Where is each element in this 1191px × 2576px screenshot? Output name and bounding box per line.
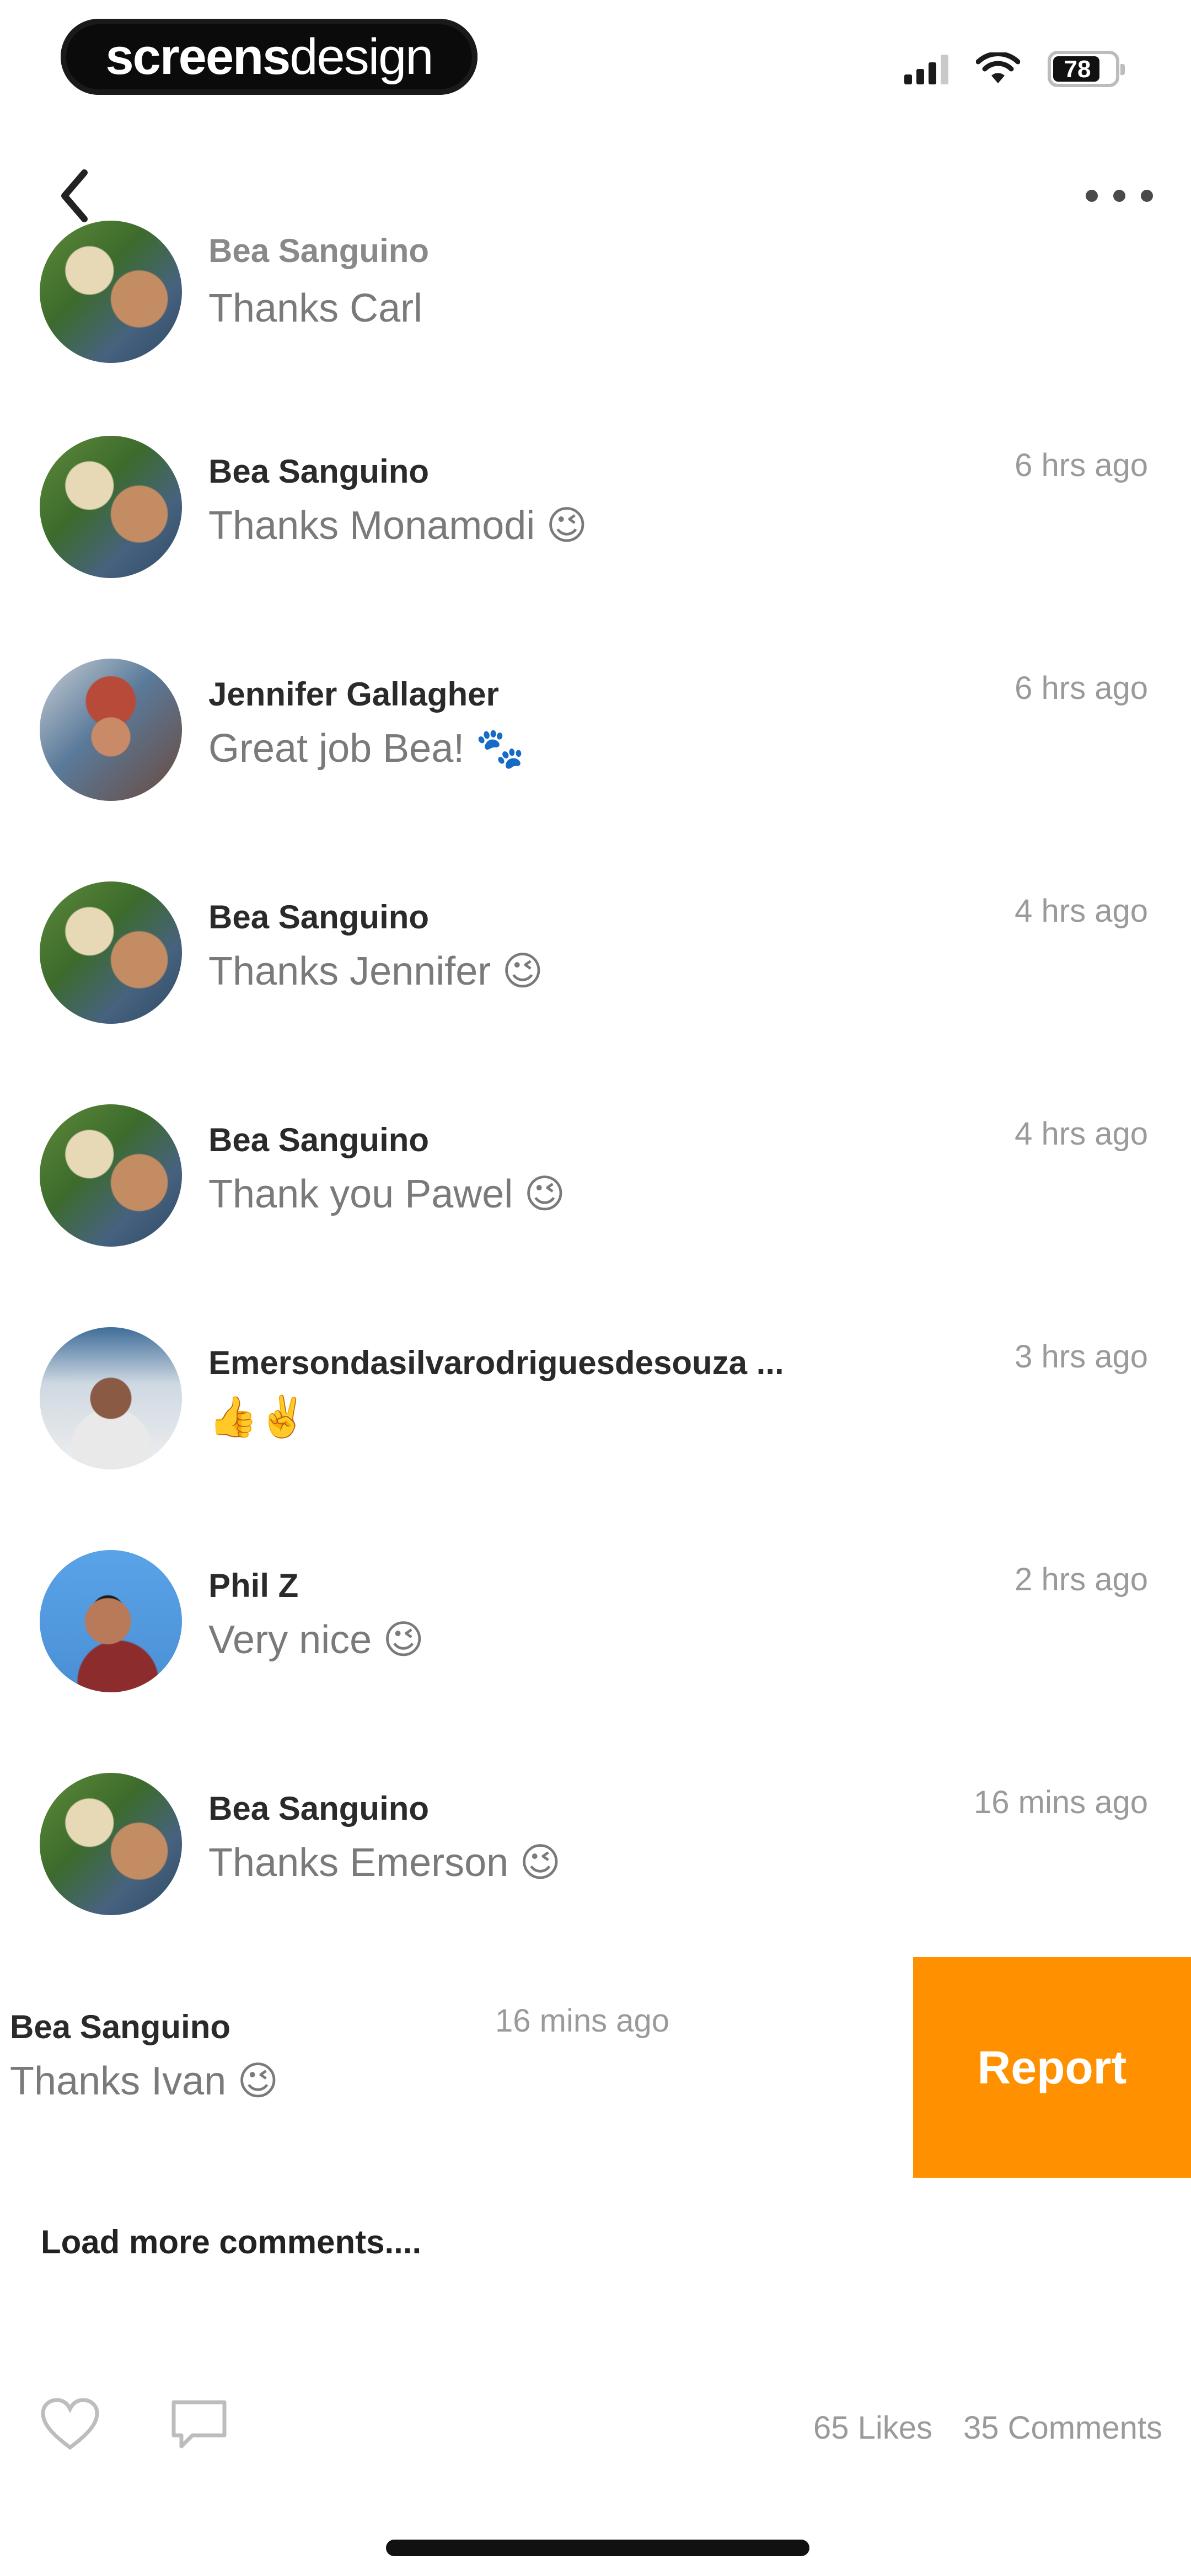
wifi-icon <box>976 52 1020 83</box>
comment-text: Thanks Jennifer 😉 <box>208 949 544 993</box>
comment-time: 16 mins ago <box>974 1784 1148 1820</box>
cellular-signal-icon <box>904 54 948 84</box>
comment-row[interactable]: Bea Sanguino Thank you Pawel 😉 4 hrs ago <box>0 1104 1191 1270</box>
comment-author[interactable]: Bea Sanguino <box>208 1121 429 1159</box>
comment-row[interactable]: Phil Z Very nice 😉 2 hrs ago <box>0 1550 1191 1715</box>
swiped-comment-row[interactable]: Bea Sanguino Thanks Ivan 😉 16 mins ago <box>0 1980 915 2168</box>
comments-screen: screens design 78 Bea Sanguino Thanks Ca… <box>0 0 1191 2576</box>
comment-text: Great job Bea! 🐾 <box>208 726 525 771</box>
comment-button[interactable] <box>163 2388 235 2460</box>
chevron-left-icon <box>61 169 88 222</box>
comments-count[interactable]: 35 Comments <box>963 2409 1162 2446</box>
avatar[interactable] <box>40 1550 182 1692</box>
comment-time: 6 hrs ago <box>1015 447 1148 483</box>
home-indicator[interactable] <box>386 2540 809 2556</box>
ellipsis-icon <box>1086 190 1153 202</box>
speech-bubble-icon <box>171 2400 227 2449</box>
comment-text: Thank you Pawel 😉 <box>208 1172 566 1216</box>
status-icons: 78 <box>904 44 1125 94</box>
brand-badge: screens design <box>61 19 478 95</box>
comment-author[interactable]: Jennifer Gallagher <box>208 675 499 713</box>
comment-text: Thanks Carl <box>208 286 423 330</box>
comment-time: 4 hrs ago <box>1015 1116 1148 1152</box>
comment-row[interactable]: Bea Sanguino Thanks Carl <box>0 221 1191 386</box>
comment-author[interactable]: Bea Sanguino <box>208 452 429 490</box>
heart-icon <box>41 2398 99 2450</box>
avatar[interactable] <box>40 659 182 801</box>
comment-author[interactable]: Bea Sanguino <box>208 1789 429 1827</box>
comment-row[interactable]: Bea Sanguino Thanks Monamodi 😉 6 hrs ago <box>0 436 1191 601</box>
post-actions-bar: 65 Likes 35 Comments <box>0 2388 1191 2477</box>
comment-text: Thanks Emerson 😉 <box>208 1841 561 1885</box>
comment-author[interactable]: Bea Sanguino <box>208 232 429 270</box>
like-button[interactable] <box>34 2388 106 2460</box>
post-stats: 65 Likes 35 Comments <box>813 2409 1162 2446</box>
avatar[interactable] <box>40 1327 182 1469</box>
comment-row[interactable]: Bea Sanguino Thanks Emerson 😉 16 mins ag… <box>0 1773 1191 1938</box>
comment-text: 👍✌️ <box>208 1395 308 1439</box>
report-button[interactable]: Report <box>913 1957 1191 2178</box>
comment-row[interactable]: Emersondasilvarodriguesdesouza ... 👍✌️ 3… <box>0 1327 1191 1493</box>
battery-icon: 78 <box>1048 51 1125 87</box>
avatar[interactable] <box>40 1773 182 1915</box>
comment-time: 6 hrs ago <box>1015 670 1148 706</box>
avatar[interactable] <box>40 221 182 363</box>
comment-text: Thanks Ivan 😉 <box>10 2059 279 2103</box>
comment-time: 3 hrs ago <box>1015 1339 1148 1375</box>
avatar[interactable] <box>40 1104 182 1247</box>
comment-author[interactable]: Bea Sanguino <box>208 898 429 936</box>
brand-bold-text: screens <box>105 28 291 85</box>
comment-text: Thanks Monamodi 😉 <box>208 504 588 548</box>
comment-time: 16 mins ago <box>495 2003 669 2039</box>
avatar[interactable] <box>40 881 182 1024</box>
likes-count[interactable]: 65 Likes <box>813 2409 932 2446</box>
battery-level: 78 <box>1064 56 1091 83</box>
comment-row[interactable]: Jennifer Gallagher Great job Bea! 🐾 6 hr… <box>0 659 1191 824</box>
brand-light-text: design <box>289 28 433 85</box>
comment-row[interactable]: Bea Sanguino Thanks Jennifer 😉 4 hrs ago <box>0 881 1191 1047</box>
comment-text: Very nice 😉 <box>208 1618 425 1662</box>
load-more-comments-link[interactable]: Load more comments.... <box>41 2223 421 2261</box>
comment-time: 2 hrs ago <box>1015 1562 1148 1597</box>
avatar[interactable] <box>40 436 182 578</box>
comment-author[interactable]: Bea Sanguino <box>10 2008 230 2046</box>
comment-author[interactable]: Phil Z <box>208 1567 298 1605</box>
comment-time: 4 hrs ago <box>1015 893 1148 929</box>
comment-author[interactable]: Emersondasilvarodriguesdesouza ... <box>208 1344 784 1382</box>
